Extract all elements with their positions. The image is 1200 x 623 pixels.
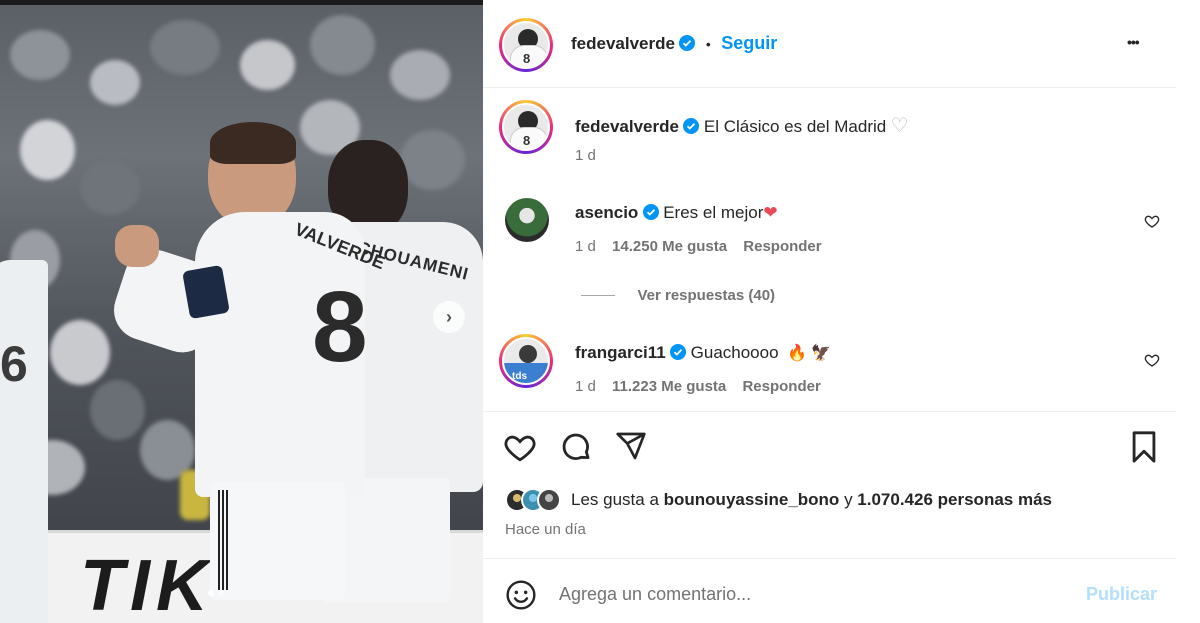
commenter-username[interactable]: asencio (575, 203, 638, 222)
verified-icon (679, 35, 696, 51)
comment-like-icon[interactable] (1144, 352, 1160, 368)
main-player-hair (210, 122, 296, 164)
comment-input[interactable]: Agrega un comentario... (559, 584, 751, 605)
comment-age: 1 d (575, 378, 596, 395)
caption-username[interactable]: fedevalverde (575, 117, 679, 136)
composer-divider (483, 558, 1176, 559)
post-timestamp: Hace un día (505, 521, 586, 538)
commenter-avatar[interactable]: tds (499, 334, 553, 388)
reply-button[interactable]: Responder (743, 238, 821, 255)
white-heart-emoji: ♡ (890, 115, 909, 137)
author-avatar[interactable]: 8 (499, 18, 553, 72)
captain-armband (182, 264, 230, 320)
comment-likes[interactable]: 14.250 Me gusta (612, 238, 727, 255)
ad-text: TIK (80, 546, 214, 623)
header-separator-dot: • (705, 36, 711, 52)
likes-prefix: Les gusta a (571, 490, 659, 509)
verified-icon (670, 344, 687, 360)
comment-text: Guachoooo (690, 343, 779, 362)
comment-likes[interactable]: 11.223 Me gusta (612, 378, 726, 395)
left-player-number: 6 (0, 336, 28, 392)
carousel-next-button[interactable]: › (433, 301, 465, 333)
carousel-dot (218, 590, 224, 596)
actions-divider (483, 411, 1176, 412)
liker-avatar (537, 488, 561, 512)
main-player-fist (115, 225, 159, 267)
likes-count[interactable]: 1.070.426 personas más (857, 490, 1052, 510)
comment-age: 1 d (575, 238, 596, 255)
share-icon[interactable] (615, 430, 647, 462)
caption-text: El Clásico es del Madrid (703, 117, 887, 136)
follow-button[interactable]: Seguir (721, 33, 777, 53)
publish-button[interactable]: Publicar (1086, 584, 1157, 605)
main-player-jersey-number: 8 (312, 271, 368, 383)
fire-eagle-emoji: 🔥 🦅 (787, 345, 832, 362)
commenter-username[interactable]: frangarci11 (575, 343, 666, 362)
likes-connector: y (844, 490, 853, 509)
caption-age: 1 d (575, 147, 596, 164)
post-image[interactable]: TIK 6 TCHOUAMENI VALVERDE 8 › (0, 0, 483, 623)
carousel-dots (208, 590, 224, 596)
more-options-button[interactable]: ••• (1127, 34, 1140, 50)
view-replies-button[interactable]: Ver respuestas (40) (581, 287, 775, 305)
commenter-avatar[interactable] (505, 198, 549, 242)
left-player (0, 260, 48, 623)
verified-icon (683, 118, 700, 134)
red-heart-emoji: ❤ (763, 203, 778, 222)
bookmark-icon[interactable] (1129, 430, 1159, 464)
replies-line (581, 295, 615, 297)
comment-like-icon[interactable] (1144, 213, 1160, 229)
post-panel: 8 fedevalverde • Seguir ••• 8 fedevalver… (483, 0, 1176, 623)
likes-summary[interactable]: Les gusta a bounouyassine_bono y 1.070.4… (505, 488, 1052, 512)
more-icon: ••• (1127, 34, 1140, 50)
caption-avatar[interactable]: 8 (499, 100, 553, 154)
carousel-dot-active (208, 590, 214, 596)
comment-text: Eres el mejor (663, 203, 764, 222)
verified-icon (642, 204, 659, 220)
emoji-icon[interactable] (505, 579, 537, 611)
shorts-stripes (218, 490, 230, 590)
post-header: 8 fedevalverde • Seguir ••• (483, 0, 1176, 88)
reply-button[interactable]: Responder (742, 378, 820, 395)
author-username[interactable]: fedevalverde (571, 34, 675, 53)
main-player-shorts (210, 482, 345, 600)
photo-top-strip (0, 0, 483, 5)
chevron-right-icon: › (446, 306, 452, 327)
view-replies-label: Ver respuestas (40) (637, 287, 776, 304)
comment-icon[interactable] (559, 430, 593, 464)
page-margin (1176, 0, 1200, 623)
heart-icon[interactable] (503, 430, 537, 464)
liker-username[interactable]: bounouyassine_bono (664, 490, 840, 510)
